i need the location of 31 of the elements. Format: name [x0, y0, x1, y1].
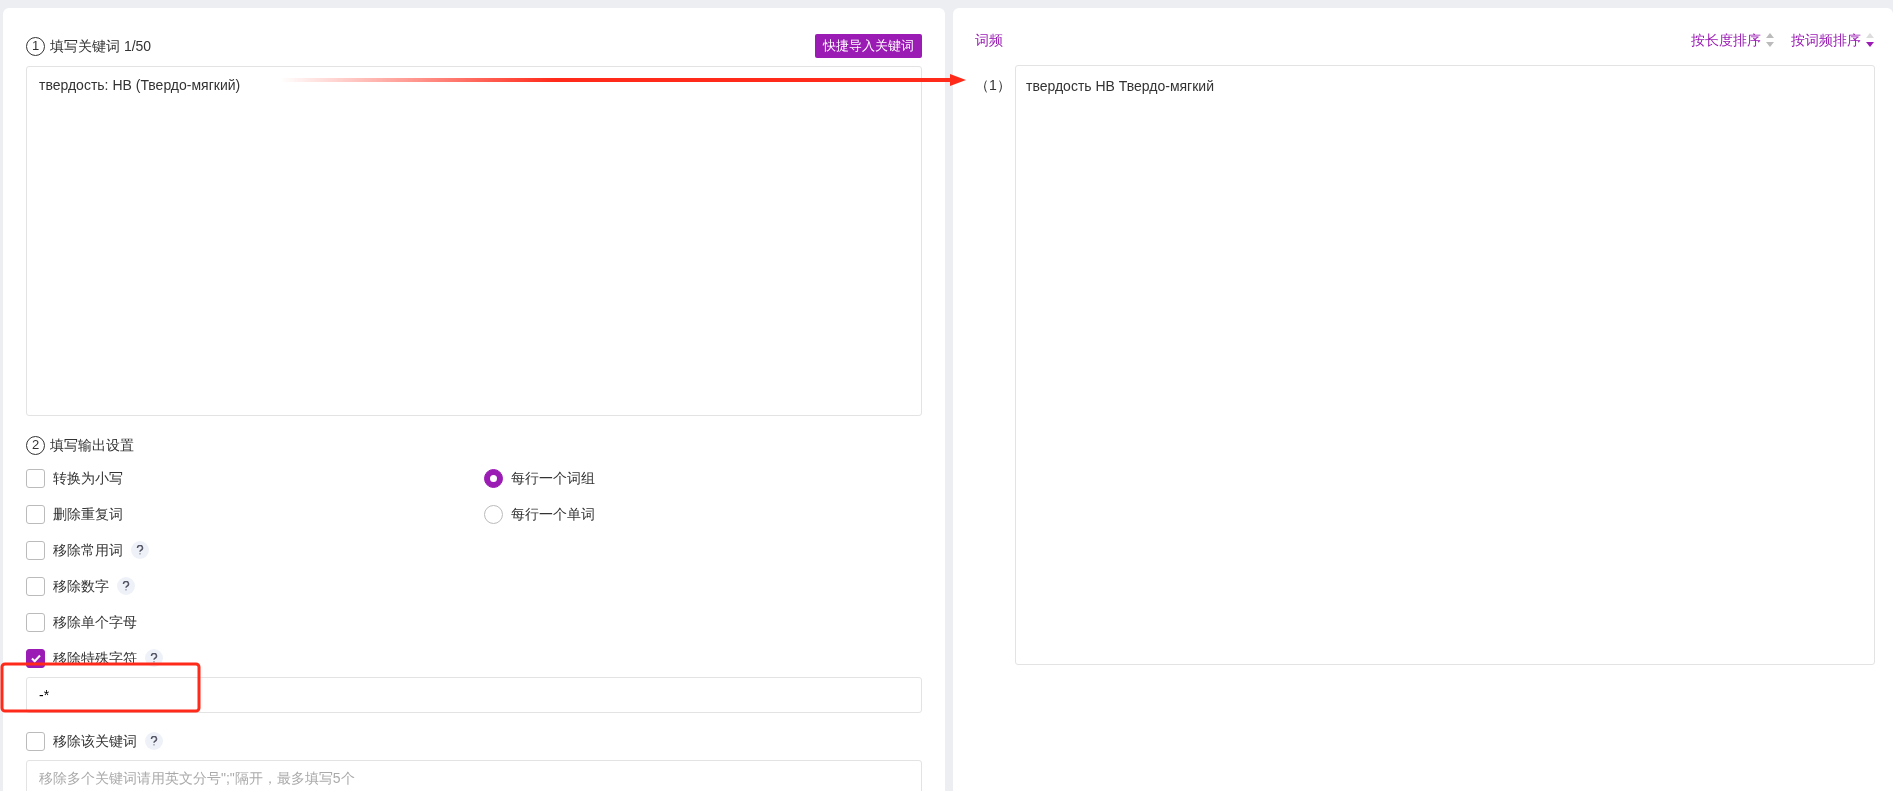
result-text: твердость HB Твердо-мягкий — [1026, 78, 1214, 94]
checkbox[interactable] — [26, 540, 45, 560]
panel-title: 词频 — [975, 30, 1003, 50]
checkbox[interactable] — [26, 468, 45, 488]
import-keywords-button[interactable]: 快捷导入关键词 — [815, 34, 922, 58]
checkbox[interactable] — [26, 576, 45, 596]
sort-link[interactable]: 按词频排序 — [1791, 29, 1861, 51]
section-title: 填写关键词 1/50 — [50, 36, 152, 56]
checkmark-icon — [29, 652, 42, 664]
option-label: 移除数字 — [53, 576, 109, 596]
text-field[interactable]: 移除多个关键词请用英文分号";"隔开，最多填写5个 — [26, 760, 922, 791]
checkbox[interactable] — [26, 504, 45, 524]
option-label: 删除重复词 — [53, 504, 123, 524]
text-field[interactable]: -* — [26, 677, 922, 713]
sort-link[interactable]: 按长度排序 — [1691, 29, 1761, 51]
radio-button[interactable] — [484, 468, 503, 488]
sort-icon[interactable] — [1865, 32, 1875, 48]
option-label: 转换为小写 — [53, 468, 123, 488]
section-title: 填写输出设置 — [50, 435, 134, 455]
option-label: 移除常用词 — [53, 540, 123, 560]
keywords-textarea[interactable]: твердость: HB (Твердо-мягкий) — [26, 66, 922, 416]
row-index: （1） — [975, 76, 1012, 95]
help-icon[interactable] — [117, 577, 135, 595]
help-icon[interactable] — [145, 732, 163, 750]
option-label: 移除该关键词 — [53, 731, 137, 751]
option-label: 每行一个单词 — [511, 504, 595, 524]
checkbox[interactable] — [26, 731, 45, 751]
checkbox[interactable] — [26, 612, 45, 632]
help-icon[interactable] — [131, 541, 149, 559]
option-label: 移除单个字母 — [53, 612, 137, 632]
option-label: 每行一个词组 — [511, 468, 595, 488]
